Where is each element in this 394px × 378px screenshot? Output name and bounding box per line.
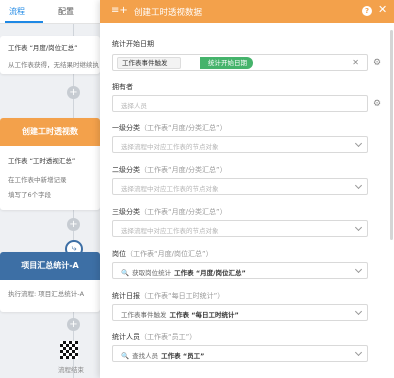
add-node-plus-icon[interactable]: + xyxy=(67,218,80,231)
daily-source-label: 工作表事件触发 xyxy=(121,311,167,319)
add-node-plus-icon[interactable]: + xyxy=(67,86,80,99)
node-card-line: 工作表 “工时透视汇总” xyxy=(8,157,76,165)
event-source-tag: 工作表事件触发 xyxy=(117,57,181,69)
chevron-down-icon xyxy=(354,181,363,190)
cat1-placeholder: 选择流程中对应工作表的节点对象 xyxy=(121,143,219,151)
field-label-cat2: 二级分类（工作表“月度/分类汇总”） xyxy=(112,166,227,174)
flow-end-label: 流程结束 xyxy=(58,366,84,374)
node-card-fetch[interactable]: 工作表 “月度/岗位汇总” 从工作表获得，无结果时继续执 xyxy=(0,36,100,74)
field-settings-icon[interactable]: ⚙ xyxy=(370,56,384,70)
field-label-cat1: 一级分类（工作表“月度/分类汇总”） xyxy=(112,124,227,132)
post-source-label: 获取岗位统计 xyxy=(132,269,172,277)
tab-config[interactable]: 配置 xyxy=(58,6,74,17)
start-date-input[interactable]: 工作表事件触发 统计开始日期 ✕ xyxy=(112,54,368,71)
cat3-placeholder: 选择流程中对应工作表的节点对象 xyxy=(121,227,219,235)
node-card-line: 执行流程: 项目汇总统计-A xyxy=(8,290,85,298)
field-label-cat3: 三级分类（工作表“月度/分类汇总”） xyxy=(112,208,227,216)
field-label-owner: 拥有者 xyxy=(112,83,133,91)
chevron-down-icon xyxy=(354,307,363,316)
node-config-panel: ≡+ 创建工时透视数据 ? ✕ 统计开始日期 工作表事件触发 统计开始日期 ✕ … xyxy=(100,0,394,378)
clear-icon[interactable]: ✕ xyxy=(352,58,359,67)
owner-select[interactable]: 选择人员 xyxy=(112,95,368,112)
node-card-subprocess[interactable]: 项目汇总统计-A 执行流程: 项目汇总统计-A xyxy=(0,252,100,312)
post-select[interactable]: 🔍 获取岗位统计 工作表 “月度/岗位汇总” xyxy=(112,262,368,279)
chevron-down-icon xyxy=(354,223,363,232)
node-card-line: 在工作表中新增记录 xyxy=(8,176,67,184)
cat3-select[interactable]: 选择流程中对应工作表的节点对象 xyxy=(112,220,368,237)
search-icon: 🔍 xyxy=(121,352,130,360)
field-label-daily: 统计日报（工作表“每日工时统计”） xyxy=(112,292,225,300)
owner-placeholder: 选择人员 xyxy=(121,102,147,110)
node-card-line: 工作表 “月度/岗位汇总” xyxy=(8,44,78,52)
staff-source-label: 查找人员 xyxy=(132,352,159,360)
daily-select[interactable]: 工作表事件触发 工作表 “每日工时统计” xyxy=(112,304,368,321)
cat2-select[interactable]: 选择流程中对应工作表的节点对象 xyxy=(112,178,368,195)
field-label-staff: 统计人员（工作表“员工”） xyxy=(112,333,197,341)
field-label-start-date: 统计开始日期 xyxy=(112,40,154,48)
chevron-down-icon xyxy=(354,139,363,148)
node-title: 项目汇总统计-A xyxy=(0,252,100,280)
post-value: 工作表 “月度/岗位汇总” xyxy=(174,269,246,277)
cat1-select[interactable]: 选择流程中对应工作表的节点对象 xyxy=(112,136,368,153)
add-node-plus-icon[interactable]: + xyxy=(67,318,80,331)
chevron-down-icon xyxy=(354,348,363,357)
panel-header: ≡+ 创建工时透视数据 ? ✕ xyxy=(100,0,394,23)
staff-value: 工作表 “员工” xyxy=(161,352,205,360)
staff-select[interactable]: 🔍 查找人员 工作表 “员工” xyxy=(112,345,368,362)
node-card-line: 从工作表获得，无结果时继续执 xyxy=(8,61,99,69)
tab-process[interactable]: 流程 xyxy=(9,6,25,17)
cat2-placeholder: 选择流程中对应工作表的节点对象 xyxy=(121,185,219,193)
search-icon: 🔍 xyxy=(121,269,130,277)
node-title: 创建工时透视数 xyxy=(0,118,100,146)
field-ref-tag: 统计开始日期 xyxy=(200,57,253,69)
node-card-line: 填写了6个字段 xyxy=(8,191,52,199)
node-card-create[interactable]: 创建工时透视数 工作表 “工时透视汇总” 在工作表中新增记录 填写了6个字段 xyxy=(0,118,100,210)
field-settings-icon[interactable]: ⚙ xyxy=(370,97,384,111)
close-icon[interactable]: ✕ xyxy=(378,4,387,16)
field-label-post: 岗位（工作表“月度/岗位汇总”） xyxy=(112,250,213,258)
panel-scrollbar[interactable] xyxy=(390,30,393,240)
help-icon[interactable]: ? xyxy=(362,6,372,16)
flow-end-flag-icon xyxy=(60,341,78,359)
chevron-down-icon xyxy=(354,265,363,274)
panel-title: 创建工时透视数据 xyxy=(134,8,203,18)
daily-value: 工作表 “每日工时统计” xyxy=(169,311,239,319)
add-record-icon: ≡+ xyxy=(111,5,128,16)
active-tab-indicator xyxy=(5,21,43,23)
